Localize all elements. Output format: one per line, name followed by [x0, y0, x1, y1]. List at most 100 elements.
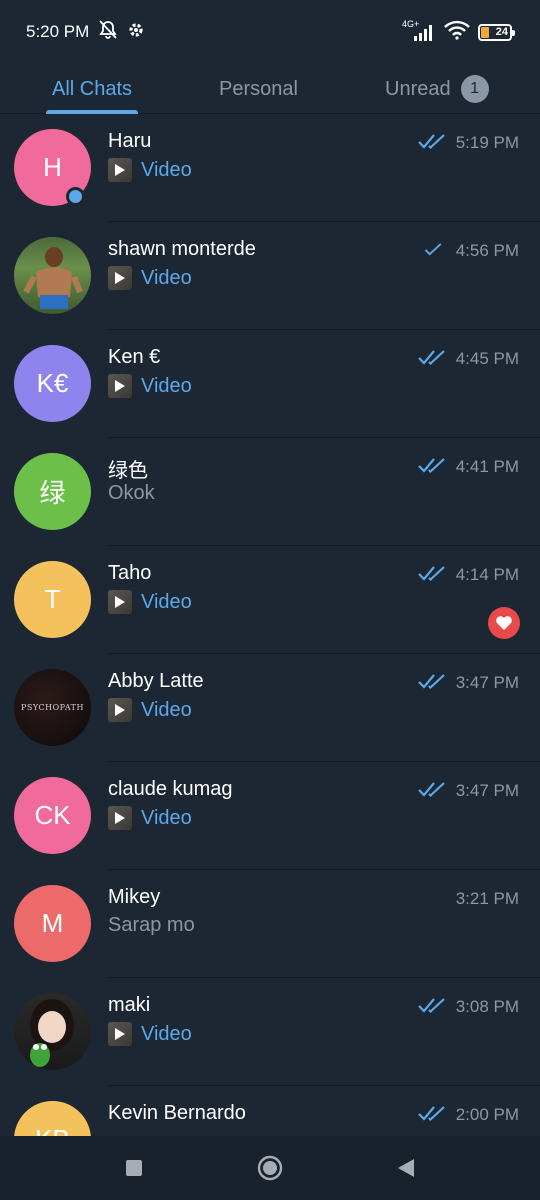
preview-text: Video	[141, 1022, 192, 1045]
preview-text: Video	[141, 698, 192, 721]
preview-text: Video	[141, 266, 192, 289]
chat-name: Kevin Bernardo	[108, 1102, 246, 1124]
chat-row-ken[interactable]: K€ Ken € 4:45 PM Video	[0, 330, 540, 438]
double-check-icon	[418, 782, 445, 798]
tab-unread-label: Unread	[385, 77, 451, 100]
battery-icon: 24	[478, 23, 515, 41]
battery-level: 24	[495, 26, 508, 38]
chat-name: shawn monterde	[108, 238, 256, 260]
status-right: 4G+ 24	[402, 19, 515, 45]
person-photo-icon	[23, 247, 83, 309]
double-check-icon	[418, 458, 445, 474]
chat-name: Haru	[108, 130, 152, 152]
avatar-initials: H	[43, 152, 62, 182]
chat-row-kevin-bernardo[interactable]: KB Kevin Bernardo 2:00 PM	[0, 1086, 540, 1136]
chat-name: maki	[108, 994, 151, 1016]
girl-photo-icon	[30, 999, 74, 1067]
chat-row-green[interactable]: 绿 绿色 4:41 PM Okok	[0, 438, 540, 546]
avatar: T	[14, 561, 91, 638]
chat-preview: Video	[108, 158, 192, 182]
chat-time: 4:41 PM	[455, 457, 519, 476]
avatar-initials: T	[44, 584, 61, 614]
triangle-back-icon	[398, 1159, 414, 1177]
chat-preview: Video	[108, 806, 192, 830]
video-thumbnail-icon	[108, 1022, 132, 1046]
online-status-dot	[66, 187, 85, 206]
tab-all-chats-label: All Chats	[52, 77, 133, 100]
chat-list: H Haru 5:19 PM Video shawn monterde 4:56…	[0, 114, 540, 1136]
double-check-icon	[418, 350, 445, 366]
video-thumbnail-icon	[108, 158, 132, 182]
avatar: KB	[14, 1101, 91, 1136]
tab-personal[interactable]: Personal	[219, 64, 298, 114]
chat-row-shawn-monterde[interactable]: shawn monterde 4:56 PM Video	[0, 222, 540, 330]
preview-text: Video	[141, 590, 192, 613]
chat-time: 4:45 PM	[455, 349, 519, 368]
chat-preview: Video	[108, 374, 192, 398]
chat-row-abby-latte[interactable]: PSYCHOPATH Abby Latte 3:47 PM Video	[0, 654, 540, 762]
chat-row-haru[interactable]: H Haru 5:19 PM Video	[0, 114, 540, 222]
avatar: M	[14, 885, 91, 962]
battery-fill	[481, 26, 489, 38]
double-check-icon	[418, 566, 445, 582]
chat-time: 4:14 PM	[455, 565, 519, 584]
chat-time: 2:00 PM	[455, 1105, 519, 1124]
chat-preview: Video	[108, 1022, 192, 1046]
chat-row-maki[interactable]: maki 3:08 PM Video	[0, 978, 540, 1086]
recent-apps-button[interactable]	[114, 1148, 154, 1188]
avatar-photo	[14, 237, 91, 314]
chat-name: Mikey	[108, 886, 161, 908]
preview-text: Sarap mo	[108, 914, 195, 936]
preview-text: Video	[141, 806, 192, 829]
video-thumbnail-icon	[108, 374, 132, 398]
double-check-icon	[418, 1106, 445, 1122]
home-button[interactable]	[250, 1148, 290, 1188]
chat-time: 4:56 PM	[455, 241, 519, 260]
avatar-initials: 绿	[39, 478, 66, 508]
double-check-icon	[418, 134, 445, 150]
video-thumbnail-icon	[108, 806, 132, 830]
chat-row-mikey[interactable]: M Mikey 3:21 PM Sarap mo	[0, 870, 540, 978]
chat-row-claude-kumag[interactable]: CK claude kumag 3:47 PM Video	[0, 762, 540, 870]
settings-gear-icon	[127, 21, 145, 44]
unread-count-badge: 1	[460, 75, 489, 103]
chat-preview: Video	[108, 266, 192, 290]
avatar-initials: M	[41, 908, 64, 938]
tab-personal-label: Personal	[219, 77, 298, 100]
preview-text: Video	[141, 158, 192, 181]
chat-preview: Video	[108, 698, 192, 722]
chat-time: 3:21 PM	[455, 889, 519, 908]
tab-unread[interactable]: Unread 1	[385, 64, 489, 114]
chat-row-taho[interactable]: T Taho 4:14 PM Video	[0, 546, 540, 654]
chat-name: Taho	[108, 562, 152, 584]
avatar: 绿	[14, 453, 91, 530]
mute-icon	[97, 19, 119, 45]
video-thumbnail-icon	[108, 590, 132, 614]
cellular-signal-icon: 4G+	[402, 19, 436, 42]
double-check-icon	[418, 674, 445, 690]
filter-tabs: All Chats Personal Unread 1	[0, 64, 540, 114]
video-thumbnail-icon	[108, 266, 132, 290]
heart-reaction-icon[interactable]	[488, 607, 520, 639]
preview-text: Okok	[108, 482, 155, 504]
status-bar: 5:20 PM 4G+ 24	[0, 0, 540, 64]
tab-all-chats[interactable]: All Chats	[46, 64, 139, 114]
system-nav-bar	[0, 1136, 540, 1200]
avatar-initials: KB	[35, 1124, 70, 1136]
chat-name: Abby Latte	[108, 670, 204, 692]
chat-name: 绿色	[108, 460, 148, 482]
chat-preview: Okok	[108, 482, 155, 505]
square-icon	[126, 1160, 142, 1176]
double-check-icon	[418, 998, 445, 1014]
preview-text: Video	[141, 374, 192, 397]
chat-time: 3:08 PM	[455, 997, 519, 1016]
chat-preview: Video	[108, 590, 192, 614]
back-button[interactable]	[386, 1148, 426, 1188]
single-check-icon	[424, 243, 442, 256]
status-time: 5:20 PM	[26, 22, 90, 41]
wifi-icon	[444, 20, 470, 45]
avatar: K€	[14, 345, 91, 422]
chat-time: 5:19 PM	[455, 133, 519, 152]
chat-name: claude kumag	[108, 778, 233, 800]
avatar-photo: PSYCHOPATH	[14, 669, 91, 746]
